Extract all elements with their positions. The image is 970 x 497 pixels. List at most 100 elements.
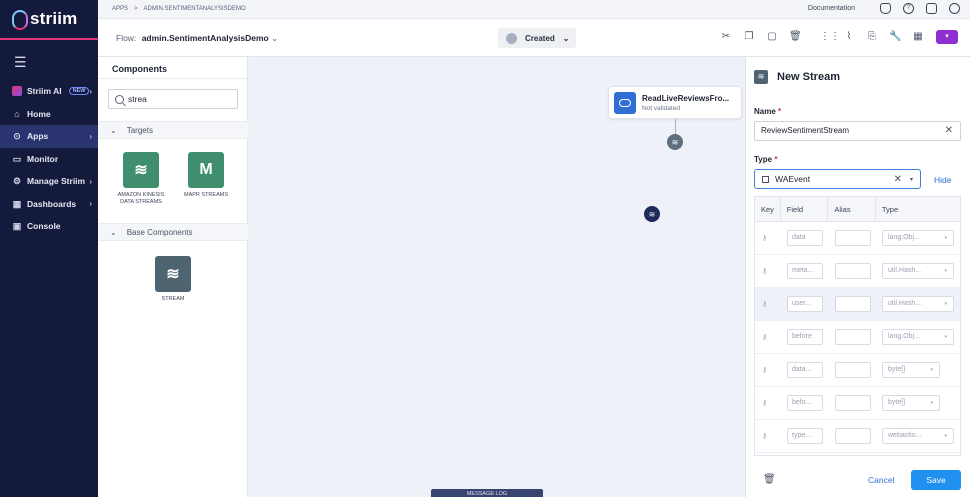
paste-icon[interactable]: ▢ [766, 31, 778, 43]
save-button[interactable]: Save [911, 470, 961, 490]
sidebar-item-striim-ai[interactable]: Striim AI NEW › [0, 80, 98, 103]
components-panel: Components strea ⌄ Targets ≋ AMAZON KINE… [98, 57, 248, 497]
section-base-components[interactable]: ⌄ Base Components [98, 223, 248, 241]
help-icon[interactable]: ? [903, 3, 914, 14]
component-amazon-kinesis[interactable]: ≋ AMAZON KINESIS DATA STREAMS [117, 152, 165, 206]
cut-icon[interactable]: ✂ [720, 31, 732, 43]
component-stream[interactable]: ≋ STREAM [149, 256, 197, 303]
cancel-button[interactable]: Cancel [868, 475, 894, 485]
chevron-down-icon[interactable]: ▾ [910, 176, 913, 183]
key-icon[interactable]: ⚷ [755, 333, 779, 341]
section-targets[interactable]: ⌄ Targets [98, 121, 248, 139]
flow-canvas[interactable]: ReadLiveReviewsFro... Not validated ≋ ≋ … [249, 57, 745, 497]
mapr-icon: M [188, 152, 224, 188]
key-icon[interactable]: ⚷ [755, 432, 779, 440]
chevron-right-icon: › [89, 131, 92, 141]
field-input[interactable]: data... [787, 362, 823, 378]
dashboard-icon: ▦ [12, 198, 22, 209]
key-icon[interactable]: ⚷ [755, 300, 779, 308]
table-row: ⚷ before lang.Obj... ▾ [755, 321, 960, 354]
sidebar-item-label: Console [27, 221, 61, 232]
sidebar-item-monitor[interactable]: ▭ Monitor [0, 148, 98, 171]
alias-input[interactable] [835, 263, 871, 279]
hide-fields-link[interactable]: Hide [934, 175, 951, 185]
node-connector [675, 119, 676, 135]
flow-selector[interactable]: Flow: admin.SentimentAnalysisDemo ⌄ [116, 33, 278, 44]
chart-icon[interactable]: ⌇ [843, 31, 855, 43]
monitor-icon: ▭ [12, 153, 22, 164]
clear-icon[interactable]: ✕ [945, 122, 953, 140]
app-status-dropdown[interactable]: Created ⌄ [498, 28, 576, 48]
tile-label: STREAM [161, 296, 185, 302]
more-options-button[interactable]: ▾ [936, 30, 958, 44]
type-select[interactable]: lang.Obj... ▾ [882, 230, 954, 246]
chevron-down-icon: ⌄ [110, 227, 117, 237]
sidebar-item-console[interactable]: ▣ Console [0, 215, 98, 238]
status-dot [506, 32, 517, 44]
documentation-link[interactable]: Documentation [808, 5, 855, 12]
sidebar-item-home[interactable]: ⌂ Home [0, 103, 98, 126]
type-select[interactable]: lang.Obj... ▾ [882, 329, 954, 345]
grid-icon[interactable]: ⋮⋮ [820, 31, 840, 43]
breadcrumb-apps[interactable]: APPS [112, 6, 128, 12]
clear-icon[interactable]: ✕ [894, 174, 902, 185]
component-search-input[interactable]: strea [108, 89, 238, 109]
bell-icon[interactable] [880, 3, 891, 14]
striim-logo[interactable]: striim [0, 0, 98, 40]
node-status: Not validated [642, 104, 680, 112]
alias-input[interactable] [835, 329, 871, 345]
output-stream-icon[interactable]: ≋ [667, 134, 683, 150]
chat-icon[interactable] [926, 3, 937, 14]
type-select[interactable]: byte[] ▾ [882, 395, 940, 411]
type-select[interactable]: util.Hash... ▾ [882, 296, 954, 312]
column-key: Key [755, 197, 781, 221]
stream-type-select[interactable]: WAEvent ✕ ▾ [754, 169, 921, 189]
key-icon[interactable]: ⚷ [755, 399, 779, 407]
key-icon[interactable]: ⚷ [755, 234, 779, 242]
table-row: ⚷ befo... byte[] ▾ [755, 387, 960, 420]
stream-type-value: WAEvent [775, 174, 811, 184]
striim-logo-icon [12, 10, 28, 30]
flow-toolbar: Flow: admin.SentimentAnalysisDemo ⌄ Crea… [98, 19, 970, 57]
field-input[interactable]: before [787, 329, 823, 345]
console-icon: ▣ [12, 221, 22, 232]
user-icon[interactable] [949, 3, 960, 14]
stream-node-icon[interactable]: ≋ [644, 206, 660, 222]
search-value: strea [128, 94, 147, 104]
stream-name-value: ReviewSentimentStream [761, 126, 850, 135]
copy-icon[interactable]: ❐ [743, 31, 755, 43]
alias-input[interactable] [835, 362, 871, 378]
breadcrumb: APPS > ADMIN.SENTIMENTANALYSISDEMO Docum… [98, 0, 970, 19]
table-row: ⚷ data lang.Obj... ▾ [755, 222, 960, 255]
apps-grid-icon[interactable]: ▦ [912, 31, 924, 43]
key-icon[interactable]: ⚷ [755, 267, 779, 275]
key-icon[interactable]: ⚷ [755, 366, 779, 374]
wrench-icon[interactable]: 🔧 [889, 31, 901, 43]
alias-input[interactable] [835, 395, 871, 411]
name-label: Name * [754, 107, 782, 116]
alias-input[interactable] [835, 428, 871, 444]
type-select[interactable]: byte[] ▾ [882, 362, 940, 378]
field-input[interactable]: meta... [787, 263, 823, 279]
breadcrumb-app-name[interactable]: ADMIN.SENTIMENTANALYSISDEMO [144, 6, 246, 12]
hamburger-menu-icon[interactable]: ☰ [0, 44, 98, 80]
alias-input[interactable] [835, 230, 871, 246]
export-icon[interactable]: ⎘ [866, 31, 878, 43]
message-log-toggle[interactable]: MESSAGE LOG [431, 489, 543, 497]
sidebar-item-dashboards[interactable]: ▦ Dashboards › [0, 193, 98, 216]
trash-icon[interactable]: 🗑 [763, 474, 776, 485]
type-select[interactable]: util.Hash... ▾ [882, 263, 954, 279]
sidebar-item-manage-striim[interactable]: ⚙ Manage Striim › [0, 170, 98, 193]
sidebar-item-apps[interactable]: ⊙ Apps › [0, 125, 98, 148]
stream-icon: ≋ [155, 256, 191, 292]
type-select[interactable]: webactio... ▾ [882, 428, 954, 444]
field-input[interactable]: data [787, 230, 823, 246]
source-node[interactable]: ReadLiveReviewsFro... Not validated [608, 86, 742, 119]
alias-input[interactable] [835, 296, 871, 312]
field-input[interactable]: user... [787, 296, 823, 312]
component-mapr-streams[interactable]: M MAPR STREAMS [182, 152, 230, 199]
delete-icon[interactable]: 🗑 [789, 31, 802, 43]
field-input[interactable]: befo... [787, 395, 823, 411]
stream-name-input[interactable]: ReviewSentimentStream ✕ [754, 121, 961, 141]
field-input[interactable]: type... [787, 428, 823, 444]
